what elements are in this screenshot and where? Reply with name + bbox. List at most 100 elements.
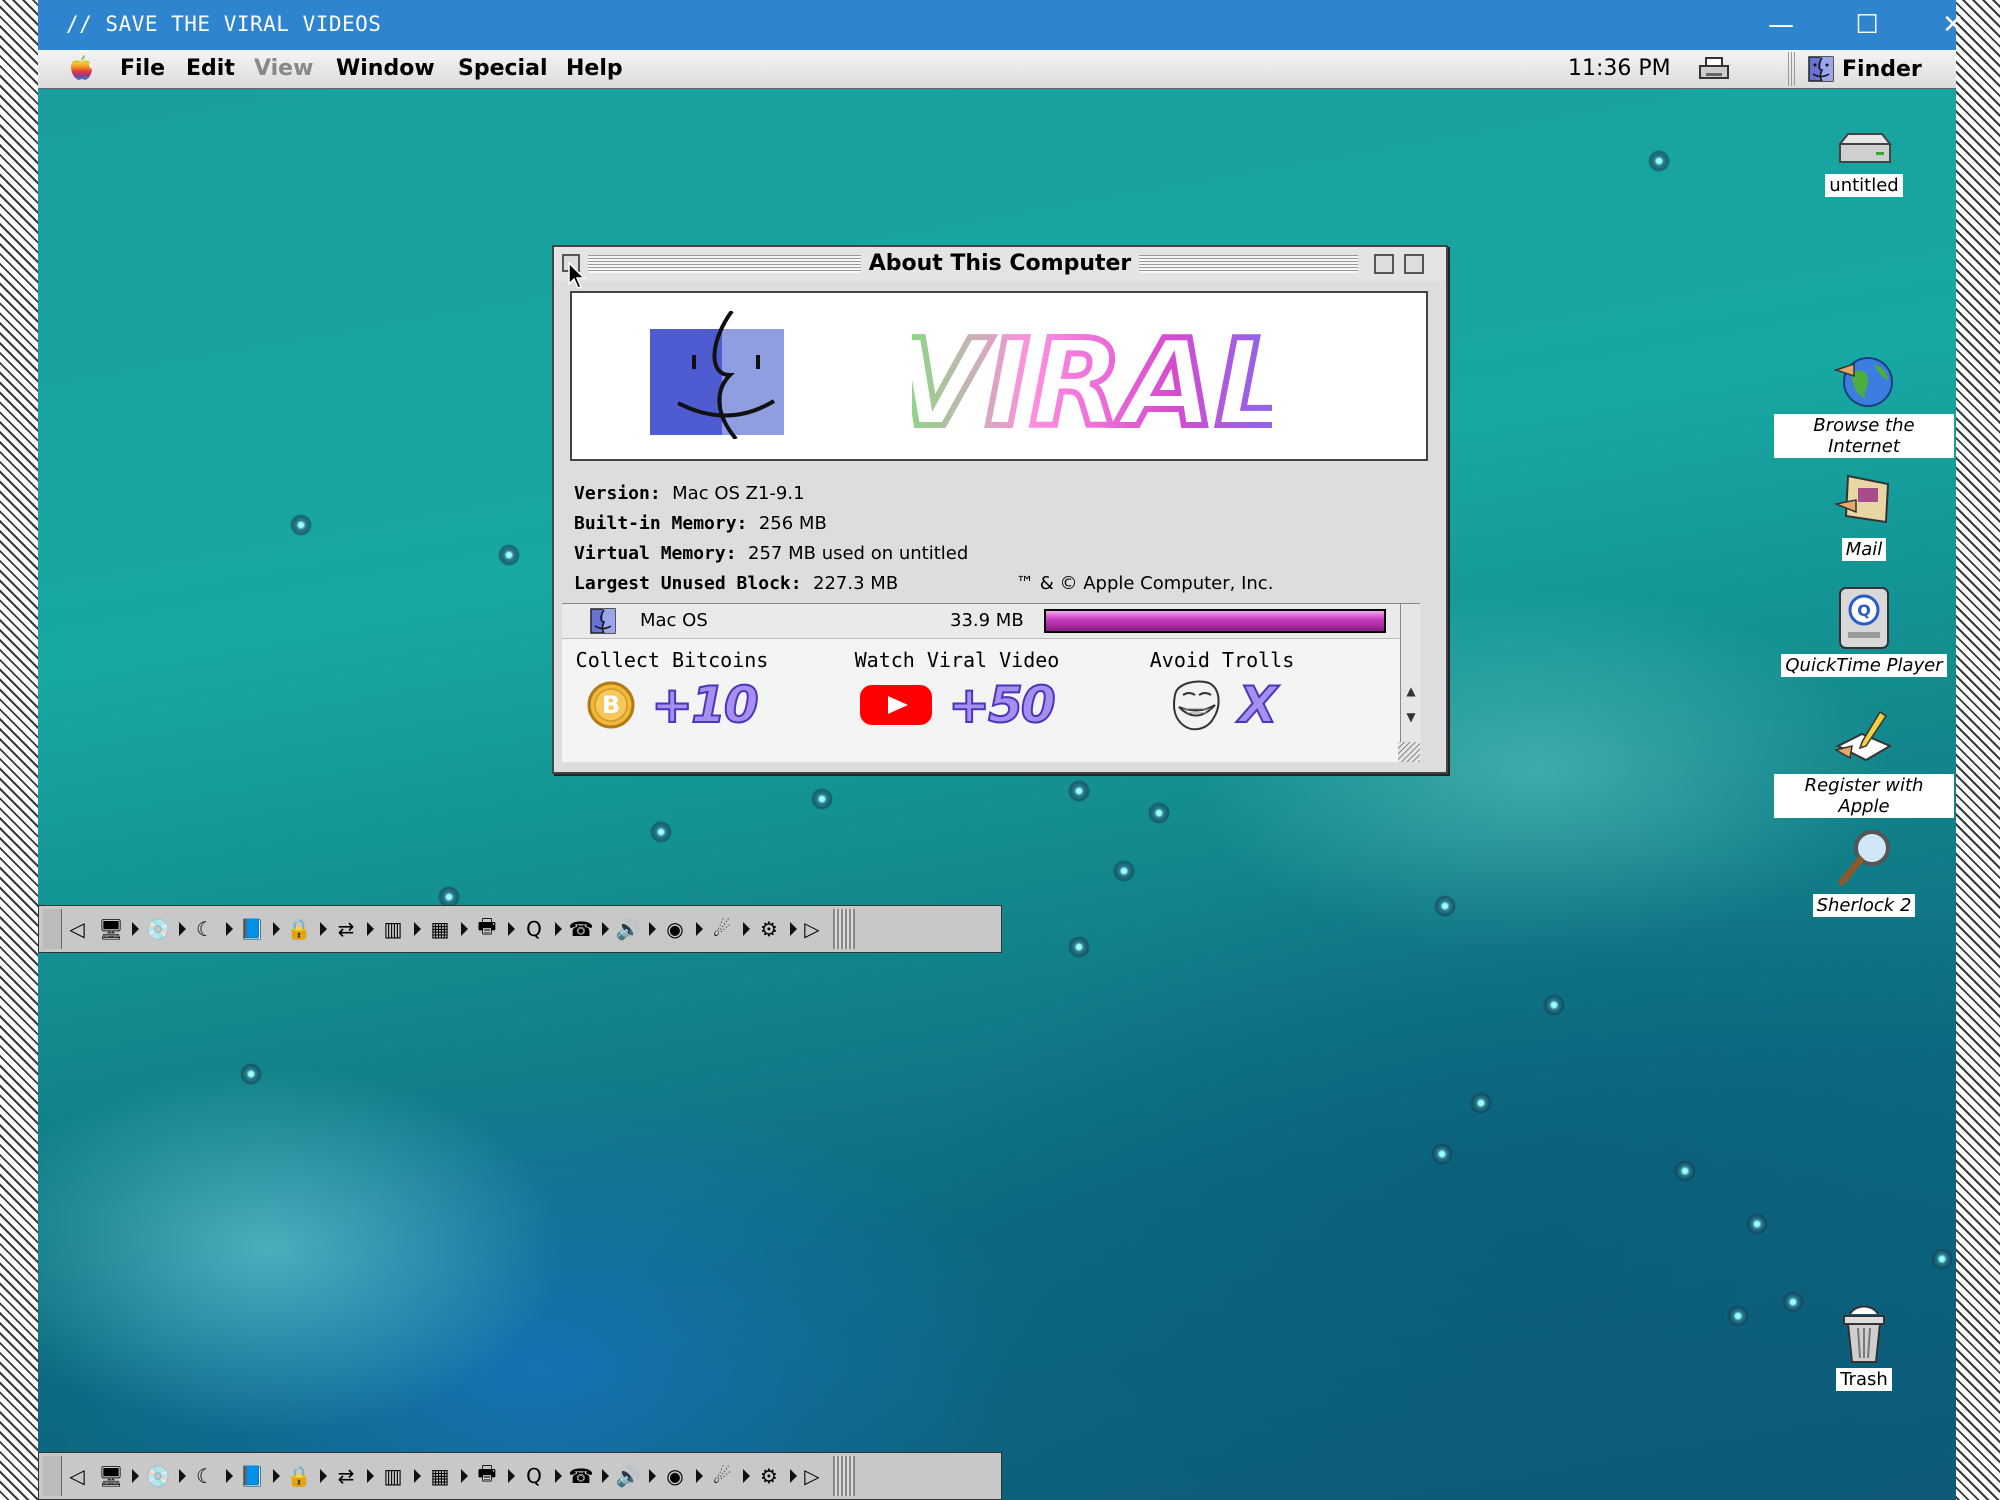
apple-menu-icon[interactable] xyxy=(68,54,94,82)
menu-help[interactable]: Help xyxy=(566,56,623,81)
control-strip-module[interactable]: ⇄ xyxy=(331,909,374,949)
menu-file[interactable]: File xyxy=(120,56,165,81)
window-collapse-box[interactable] xyxy=(1404,254,1424,274)
printer-icon[interactable] xyxy=(1698,56,1730,82)
application-menu[interactable]: Finder xyxy=(1808,56,1922,82)
control-strip-module[interactable]: 🖶 xyxy=(472,909,515,949)
strip-popup-arrow-icon[interactable] xyxy=(743,1469,750,1483)
control-strip-module[interactable]: ▥ xyxy=(378,909,421,949)
strip-popup-arrow-icon[interactable] xyxy=(320,1469,327,1483)
close-button[interactable]: ✕ xyxy=(1910,0,1996,50)
desktop-icon-untitled[interactable]: untitled xyxy=(1774,130,1954,197)
strip-popup-arrow-icon[interactable] xyxy=(696,1469,703,1483)
sound-volume-icon: 🔊 xyxy=(615,917,641,941)
control-strip-module[interactable]: Q xyxy=(519,909,562,949)
strip-popup-arrow-icon[interactable] xyxy=(790,922,797,936)
strip-popup-arrow-icon[interactable] xyxy=(790,1469,797,1483)
memory-list-row[interactable]: Mac OS 33.9 MB xyxy=(562,604,1400,639)
desktop-icon-sherlock[interactable]: Sherlock 2 xyxy=(1774,826,1954,917)
strip-popup-arrow-icon[interactable] xyxy=(649,922,656,936)
strip-popup-arrow-icon[interactable] xyxy=(555,922,562,936)
desktop-icon-browse-internet[interactable]: Browse the Internet xyxy=(1774,350,1954,458)
control-strip[interactable]: ◁ 🖥 💿 ☾ 📘 🔒 ⇄ ▥ ▦ 🖶 Q ☎ 🔊 ◉ ☄ ⚙ ▷ xyxy=(38,905,1002,953)
strip-popup-arrow-icon[interactable] xyxy=(226,922,233,936)
control-strip-module[interactable]: 🔒 xyxy=(284,1456,327,1496)
control-strip-module[interactable]: ☾ xyxy=(190,1456,233,1496)
control-strip-module[interactable]: 🔊 xyxy=(613,909,656,949)
strip-popup-arrow-icon[interactable] xyxy=(602,1469,609,1483)
control-strip-module[interactable]: ☎ xyxy=(566,909,609,949)
control-strip-module[interactable]: ▦ xyxy=(425,1456,468,1496)
strip-popup-arrow-icon[interactable] xyxy=(414,1469,421,1483)
strip-popup-arrow-icon[interactable] xyxy=(132,922,139,936)
window-zoom-box[interactable] xyxy=(1374,254,1394,274)
control-strip-resize-handle[interactable] xyxy=(833,909,855,949)
control-strip-module[interactable]: 💿 xyxy=(143,909,186,949)
strip-popup-arrow-icon[interactable] xyxy=(461,922,468,936)
minimize-button[interactable]: — xyxy=(1738,0,1824,50)
strip-popup-arrow-icon[interactable] xyxy=(696,922,703,936)
control-strip-module[interactable]: 📘 xyxy=(237,909,280,949)
strip-popup-arrow-icon[interactable] xyxy=(132,1469,139,1483)
control-strip-module[interactable]: 💿 xyxy=(143,1456,186,1496)
maximize-button[interactable]: ☐ xyxy=(1824,0,1910,50)
desktop-icon-mail[interactable]: Mail xyxy=(1774,470,1954,561)
control-strip-bottom[interactable]: ◁ 🖥 💿 ☾ 📘 🔒 ⇄ ▥ ▦ 🖶 Q ☎ 🔊 ◉ ☄ ⚙ ▷ xyxy=(38,1452,1002,1500)
control-strip-module[interactable]: ▦ xyxy=(425,909,468,949)
control-strip-module[interactable]: 🔒 xyxy=(284,909,327,949)
control-strip-module[interactable]: ☎ xyxy=(566,1456,609,1496)
control-strip-tab[interactable] xyxy=(43,1456,62,1496)
control-strip-tab[interactable] xyxy=(43,909,62,949)
strip-popup-arrow-icon[interactable] xyxy=(226,1469,233,1483)
strip-popup-arrow-icon[interactable] xyxy=(555,1469,562,1483)
control-strip-module[interactable]: ☾ xyxy=(190,909,233,949)
control-strip-module[interactable]: 🔊 xyxy=(613,1456,656,1496)
strip-popup-arrow-icon[interactable] xyxy=(414,922,421,936)
control-strip-module[interactable]: 🖥 xyxy=(96,1456,139,1496)
strip-popup-arrow-icon[interactable] xyxy=(649,1469,656,1483)
control-strip-module[interactable]: ⇄ xyxy=(331,1456,374,1496)
strip-popup-arrow-icon[interactable] xyxy=(179,1469,186,1483)
scroll-down-arrow-icon[interactable]: ▼ xyxy=(1403,710,1419,728)
strip-popup-arrow-icon[interactable] xyxy=(320,922,327,936)
strip-scroll-left-icon[interactable]: ◁ xyxy=(62,1461,92,1491)
control-strip-module[interactable]: 🖶 xyxy=(472,1456,515,1496)
window-titlebar[interactable]: About This Computer xyxy=(554,247,1446,281)
window-resize-handle[interactable] xyxy=(1398,742,1420,762)
control-strip-module[interactable]: ⚙ xyxy=(754,1456,797,1496)
desktop-icon-quicktime[interactable]: Q QuickTime Player xyxy=(1774,586,1954,677)
menu-special[interactable]: Special xyxy=(458,56,547,81)
strip-scroll-right-icon[interactable]: ▷ xyxy=(797,914,827,944)
strip-popup-arrow-icon[interactable] xyxy=(273,922,280,936)
desktop-icon-trash[interactable]: Trash xyxy=(1774,1304,1954,1391)
control-strip-module[interactable]: ▥ xyxy=(378,1456,421,1496)
window-scrollbar[interactable]: ▲ ▼ xyxy=(1400,604,1421,762)
control-strip-resize-handle[interactable] xyxy=(833,1456,855,1496)
strip-popup-arrow-icon[interactable] xyxy=(743,922,750,936)
strip-popup-arrow-icon[interactable] xyxy=(273,1469,280,1483)
menu-window[interactable]: Window xyxy=(336,56,435,81)
control-strip-module[interactable]: ◉ xyxy=(660,909,703,949)
strip-popup-arrow-icon[interactable] xyxy=(508,1469,515,1483)
control-strip-module[interactable]: Q xyxy=(519,1456,562,1496)
control-strip-module[interactable]: ⚙ xyxy=(754,909,797,949)
strip-scroll-left-icon[interactable]: ◁ xyxy=(62,914,92,944)
strip-popup-arrow-icon[interactable] xyxy=(179,922,186,936)
color-depth-icon: ▥ xyxy=(383,917,403,941)
menu-view[interactable]: View xyxy=(254,56,313,81)
menu-edit[interactable]: Edit xyxy=(186,56,235,81)
strip-popup-arrow-icon[interactable] xyxy=(367,1469,374,1483)
control-strip-module[interactable]: ◉ xyxy=(660,1456,703,1496)
control-strip-module[interactable]: ☄ xyxy=(707,1456,750,1496)
strip-popup-arrow-icon[interactable] xyxy=(508,922,515,936)
control-strip-module[interactable]: ☄ xyxy=(707,909,750,949)
control-strip-module[interactable]: 🖥 xyxy=(96,909,139,949)
menubar-clock[interactable]: 11:36 PM xyxy=(1568,56,1671,81)
strip-popup-arrow-icon[interactable] xyxy=(367,922,374,936)
strip-scroll-right-icon[interactable]: ▷ xyxy=(797,1461,827,1491)
strip-popup-arrow-icon[interactable] xyxy=(602,922,609,936)
scroll-up-arrow-icon[interactable]: ▲ xyxy=(1403,684,1419,702)
strip-popup-arrow-icon[interactable] xyxy=(461,1469,468,1483)
control-strip-module[interactable]: 📘 xyxy=(237,1456,280,1496)
desktop-icon-register-apple[interactable]: Register with Apple xyxy=(1774,706,1954,818)
